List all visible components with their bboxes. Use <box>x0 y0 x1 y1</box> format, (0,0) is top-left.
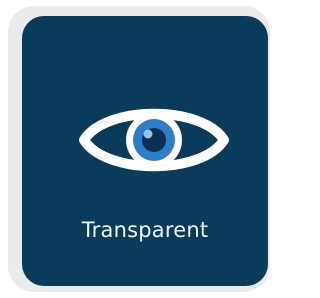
card-label: Transparent <box>81 218 209 242</box>
eye-highlight <box>143 129 153 139</box>
eye-icon <box>79 108 229 172</box>
